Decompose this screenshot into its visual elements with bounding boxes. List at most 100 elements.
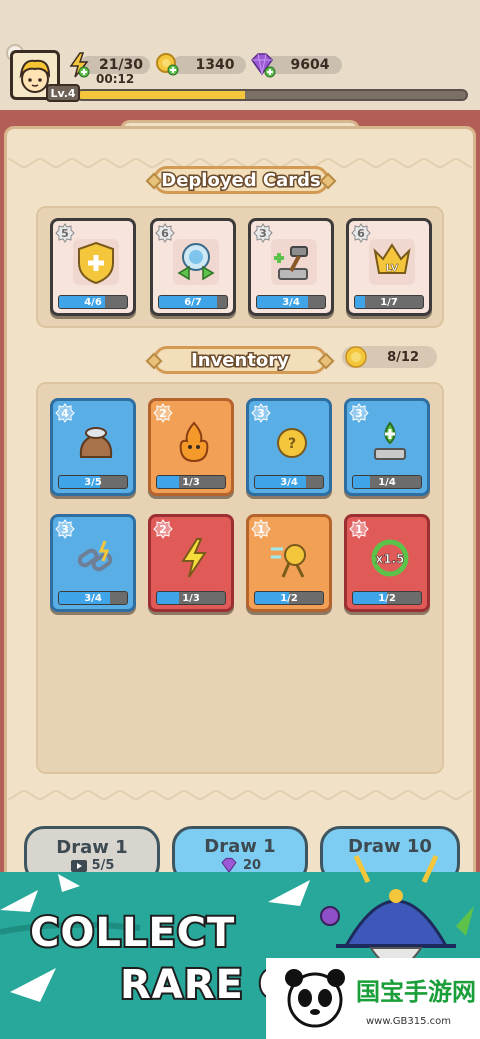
card-progress-label: 1/3 [182, 592, 200, 604]
panda-logo-icon [285, 969, 345, 1028]
xp-progress-fill [78, 91, 245, 99]
card-level-badge: 2 [153, 519, 173, 539]
draw-1-gem-label: Draw 1 [204, 835, 276, 857]
card-level-badge: 6 [351, 223, 371, 243]
card-progress-label: 3/4 [84, 592, 102, 604]
inventory-card-7[interactable]: 1 1/2 [246, 514, 332, 612]
inventory-banner: Inventory [145, 346, 335, 374]
gold-coin-icon[interactable] [155, 52, 179, 76]
player-level-badge: Lv.4 [46, 84, 80, 102]
gold-value: 1340 [195, 57, 235, 73]
draw-1-gem-cost: 20 [242, 858, 262, 873]
card-level-badge: 5 [55, 223, 75, 243]
speed-x1-5-icon: x1.5 [371, 539, 409, 577]
card-progress-label: 3/4 [282, 296, 300, 308]
deployed-card-3[interactable]: 3 3/4 [248, 218, 334, 316]
card-level-badge: 3 [253, 223, 273, 243]
card-level-value: 3 [257, 406, 265, 420]
draw-1-ad-label: Draw 1 [56, 837, 128, 858]
inventory-title: Inventory [190, 348, 291, 372]
inventory-card-4[interactable]: 3 1/4 [344, 398, 430, 496]
card-level-badge: 2 [153, 403, 173, 423]
svg-text:x1.5: x1.5 [376, 552, 405, 566]
card-progress-label: 3/4 [280, 476, 298, 488]
deployed-cards-title: Deployed Cards [160, 168, 322, 192]
card-progress-bar: 1/3 [156, 475, 226, 489]
fire-creature-icon [179, 421, 209, 463]
card-progress-bar: 3/4 [58, 591, 128, 605]
card-progress-bar: 1/7 [354, 295, 424, 309]
mystery-creature-icon: ? [277, 428, 307, 458]
inventory-card-3[interactable]: 3? 3/4 [246, 398, 332, 496]
card-progress-label: 1/4 [378, 476, 396, 488]
card-progress-bar: 3/4 [254, 475, 324, 489]
card-progress-label: 1/7 [380, 296, 398, 308]
card-progress-bar: 1/2 [254, 591, 324, 605]
crystal-orb-icon [173, 239, 219, 285]
card-level-badge: 1 [251, 519, 271, 539]
inventory-card-8[interactable]: 1 x1.5 1/2 [344, 514, 430, 612]
coin-sack-icon [79, 427, 113, 458]
deployed-card-4[interactable]: 6 LV 1/7 [346, 218, 432, 316]
card-progress-label: 1/2 [378, 592, 396, 604]
play-video-icon [70, 859, 87, 872]
card-progress-bar: 1/2 [352, 591, 422, 605]
card-progress-bar: 4/6 [58, 295, 128, 309]
inventory-card-5[interactable]: 3 3/4 [50, 514, 136, 612]
svg-text:LV: LV [386, 263, 399, 274]
purple-gem-icon[interactable] [248, 52, 276, 78]
inventory-card-2[interactable]: 2 1/3 [148, 398, 234, 496]
card-progress-bar: 3/4 [256, 295, 326, 309]
gold-counter: 1340 [172, 56, 246, 74]
svg-text:?: ? [288, 436, 296, 452]
card-progress-label: 4/6 [84, 296, 102, 308]
card-level-badge: 6 [155, 223, 175, 243]
card-level-value: 3 [355, 406, 363, 420]
watermark-site-name: 国宝手游网 [356, 978, 476, 1006]
card-level-value: 2 [159, 522, 167, 536]
card-level-value: 3 [61, 522, 69, 536]
card-progress-label: 1/3 [182, 476, 200, 488]
promo-headline-line2: RARE C [118, 960, 290, 1010]
lightning-icon [181, 538, 207, 578]
card-level-badge: 4 [55, 403, 75, 423]
card-level-badge: 3 [251, 403, 271, 423]
dash-creature-icon [271, 544, 306, 578]
card-level-value: 6 [161, 226, 169, 240]
card-level-value: 5 [61, 226, 69, 240]
xp-progress-bar [76, 89, 468, 101]
energy-value: 21/30 [98, 57, 144, 73]
card-level-value: 1 [355, 522, 363, 536]
card-level-value: 6 [357, 226, 365, 240]
energy-timer: 00:12 [96, 72, 135, 86]
card-progress-bar: 3/5 [58, 475, 128, 489]
inventory-card-6[interactable]: 2 1/3 [148, 514, 234, 612]
energy-bolt-icon[interactable] [68, 52, 90, 78]
shield-plus-icon [73, 239, 119, 285]
wizard-mascot-icon [320, 854, 474, 968]
deployed-card-2[interactable]: 6 6/7 [150, 218, 236, 316]
inventory-capacity-value: 8/12 [387, 349, 419, 365]
gem-value: 9604 [290, 57, 330, 73]
sun-token-icon [345, 346, 367, 368]
promo-headline-line1: COLLECT [28, 908, 236, 958]
card-level-value: 4 [61, 406, 69, 420]
card-progress-label: 3/5 [84, 476, 102, 488]
deployed-card-1[interactable]: 5 4/6 [50, 218, 136, 316]
inventory-card-1[interactable]: 4 3/5 [50, 398, 136, 496]
card-level-value: 2 [159, 406, 167, 420]
card-progress-label: 6/7 [184, 296, 202, 308]
card-progress-bar: 1/4 [352, 475, 422, 489]
altar-upgrade-icon [374, 421, 406, 460]
watermark-url: www.GB315.com [366, 1016, 452, 1027]
card-level-value: 1 [257, 522, 265, 536]
deployed-cards-banner: Deployed Cards [145, 166, 337, 194]
card-progress-bar: 1/3 [156, 591, 226, 605]
card-level-value: 3 [259, 226, 267, 240]
card-level-badge: 3 [349, 403, 369, 423]
zigzag-border-bottom [8, 790, 472, 800]
card-level-badge: 1 [349, 519, 369, 539]
draw-1-ad-count: 5/5 [91, 858, 115, 873]
card-progress-bar: 6/7 [158, 295, 228, 309]
chain-link-icon [77, 540, 113, 572]
